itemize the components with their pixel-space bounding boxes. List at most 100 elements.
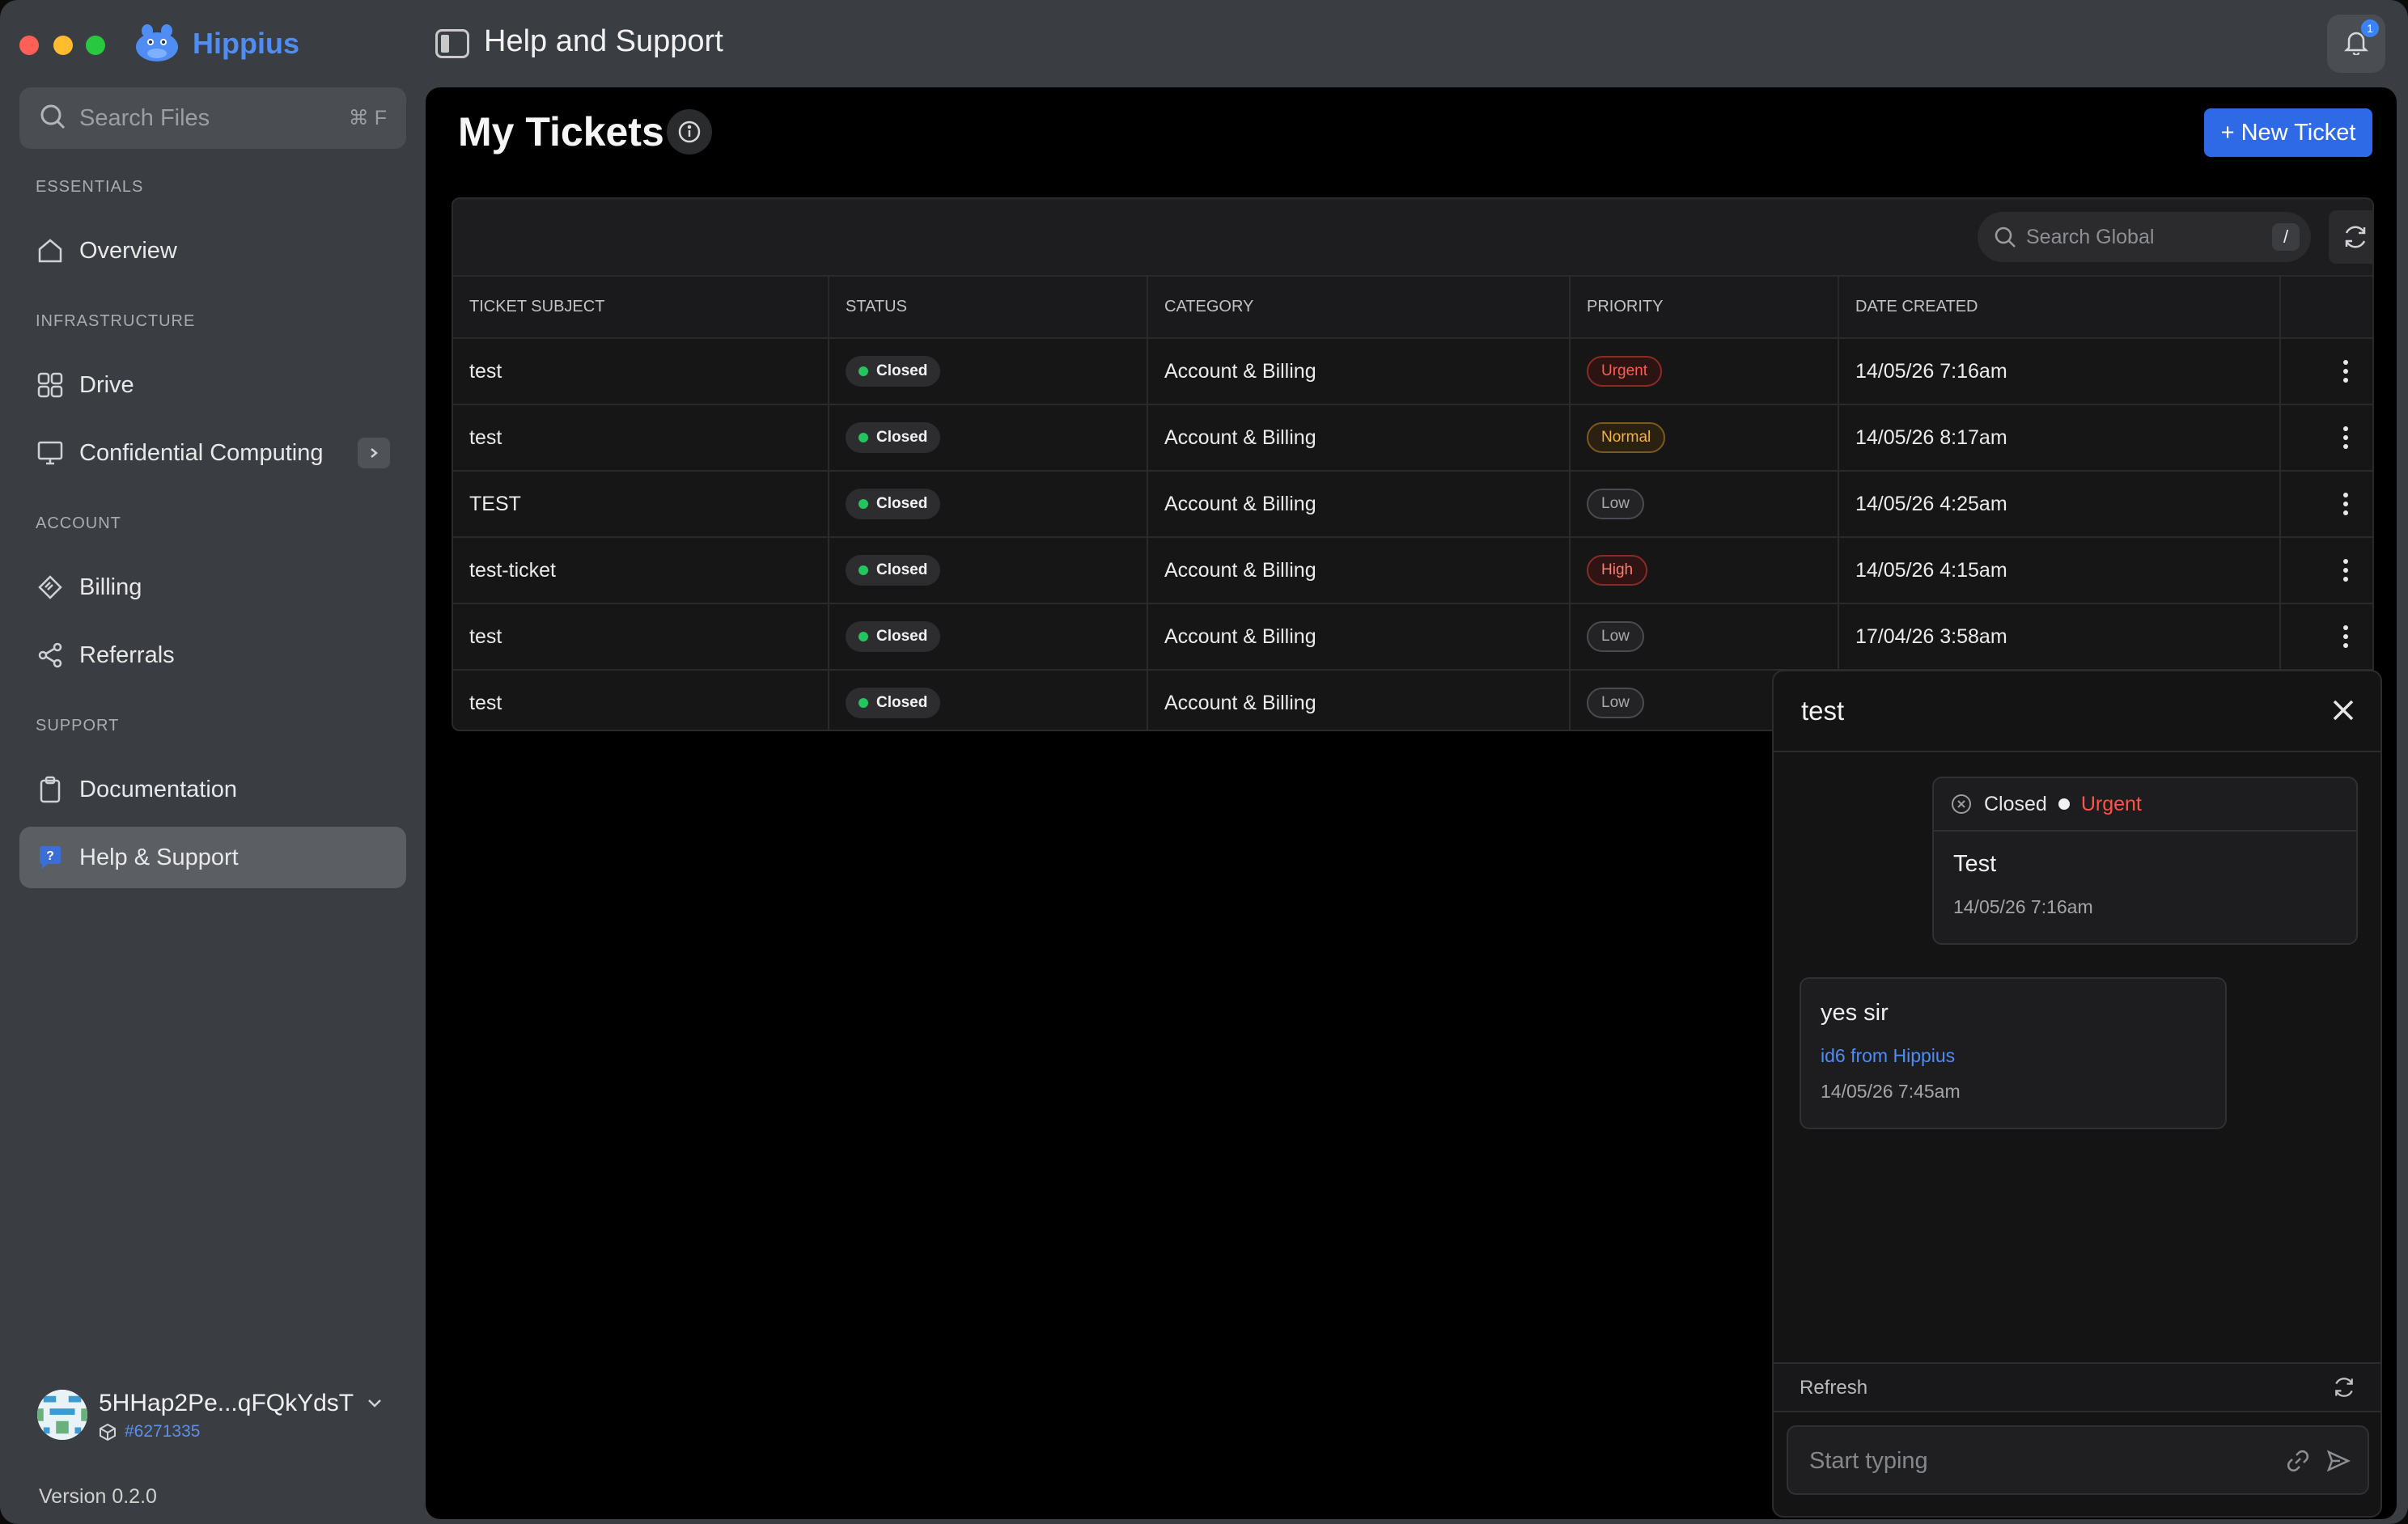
close-window-button[interactable] xyxy=(19,36,39,55)
status-text: Closed xyxy=(876,694,928,711)
priority-cell: Normal xyxy=(1570,404,1839,472)
actions-cell xyxy=(2280,603,2372,671)
ticket-category: Account & Billing xyxy=(1147,670,1571,730)
table-row[interactable]: test Closed Account & Billing Low 17/04/… xyxy=(453,603,2372,671)
table-row[interactable]: test-ticket Closed Account & Billing Hig… xyxy=(453,537,2372,604)
actions-cell xyxy=(2280,404,2372,472)
column-header-status[interactable]: STATUS xyxy=(829,277,1148,339)
ticket-meta: Closed Urgent xyxy=(1934,778,2356,832)
more-options-icon[interactable] xyxy=(2330,351,2362,392)
status-dot-icon xyxy=(858,565,868,575)
maximize-window-button[interactable] xyxy=(86,36,105,55)
more-options-icon[interactable] xyxy=(2330,616,2362,657)
message-body: yes sir xyxy=(1821,1000,1889,1026)
refresh-table-button[interactable] xyxy=(2329,210,2372,264)
refresh-icon[interactable] xyxy=(2332,1375,2356,1403)
search-files-placeholder: Search Files xyxy=(79,104,210,131)
page-title: My Tickets xyxy=(458,109,664,155)
sidebar-item-overview[interactable]: Overview xyxy=(19,220,406,282)
search-global-input[interactable]: Search Global / xyxy=(1978,212,2311,262)
brand[interactable]: Hippius xyxy=(133,19,299,68)
status-cell: Closed xyxy=(829,603,1148,671)
app-window: Hippius Help and Support 1 Search Files … xyxy=(0,0,2408,1524)
status-text: Closed xyxy=(876,628,928,645)
notification-badge: 1 xyxy=(2361,19,2379,37)
brand-name: Hippius xyxy=(193,27,299,60)
sidebar-item-label: Referrals xyxy=(79,641,175,668)
account-id: #6271335 xyxy=(125,1422,201,1441)
notifications-button[interactable]: 1 xyxy=(2327,15,2385,73)
priority-badge: High xyxy=(1587,555,1648,586)
sidebar-item-referrals[interactable]: Referrals xyxy=(19,624,406,686)
section-support: SUPPORT xyxy=(36,717,120,734)
more-options-icon[interactable] xyxy=(2330,417,2362,458)
column-header-actions xyxy=(2280,277,2372,339)
sidebar-item-confidential-computing[interactable]: Confidential Computing xyxy=(19,422,406,484)
ticket-subject: test xyxy=(453,670,829,730)
sidebar-toggle-icon[interactable] xyxy=(435,29,469,58)
sidebar-item-help-support[interactable]: ? Help & Support xyxy=(19,827,406,888)
search-files-input[interactable]: Search Files ⌘ F xyxy=(19,87,406,149)
monitor-icon xyxy=(36,438,65,468)
avatar xyxy=(37,1390,87,1440)
home-icon xyxy=(36,236,65,265)
attach-link-icon[interactable] xyxy=(2285,1448,2311,1478)
panel-title: test xyxy=(1801,696,1845,726)
ticket-category: Account & Billing xyxy=(1147,603,1571,671)
table-row[interactable]: test Closed Account & Billing Normal 14/… xyxy=(453,404,2372,472)
sidebar-item-documentation[interactable]: Documentation xyxy=(19,759,406,820)
status-cell: Closed xyxy=(829,404,1148,472)
tickets-table: TICKET SUBJECT STATUS CATEGORY PRIORITY … xyxy=(453,277,2372,730)
refresh-bar[interactable]: Refresh xyxy=(1774,1362,2380,1412)
close-icon xyxy=(2333,700,2354,721)
search-shortcut-key: / xyxy=(2272,223,2300,251)
svg-text:?: ? xyxy=(46,849,54,863)
ticket-date: 14/05/26 8:17am xyxy=(1838,404,2281,472)
priority-badge: Low xyxy=(1587,489,1644,519)
message-input[interactable]: Start typing xyxy=(1787,1425,2369,1495)
message-input-placeholder: Start typing xyxy=(1809,1448,1928,1474)
priority-badge: Urgent xyxy=(1587,356,1663,387)
ticket-message-card: Closed Urgent Test 14/05/26 7:16am xyxy=(1932,777,2358,945)
reply-message-card: yes sir id6 from Hippius 14/05/26 7:45am xyxy=(1800,977,2227,1129)
actions-cell xyxy=(2280,537,2372,604)
status-badge: Closed xyxy=(846,489,941,519)
sidebar-item-label: Documentation xyxy=(79,776,238,802)
table-header-row: TICKET SUBJECT STATUS CATEGORY PRIORITY … xyxy=(453,277,2372,339)
new-ticket-button[interactable]: + New Ticket xyxy=(2204,108,2372,157)
info-button[interactable] xyxy=(667,109,712,155)
sidebar-item-billing[interactable]: Billing xyxy=(19,557,406,618)
minimize-window-button[interactable] xyxy=(53,36,73,55)
expand-button[interactable] xyxy=(358,438,390,468)
table-row[interactable]: test Closed Account & Billing Urgent 14/… xyxy=(453,338,2372,405)
priority-badge: Low xyxy=(1587,621,1644,652)
hippo-logo-icon xyxy=(133,21,181,67)
sidebar-item-drive[interactable]: Drive xyxy=(19,354,406,416)
panel-header: test xyxy=(1774,671,2380,752)
column-header-category[interactable]: CATEGORY xyxy=(1147,277,1571,339)
message-body: Test xyxy=(1953,851,1997,877)
ticket-category: Account & Billing xyxy=(1147,471,1571,538)
sidebar-item-label: Drive xyxy=(79,371,134,398)
status-badge: Closed xyxy=(846,356,941,387)
more-options-icon[interactable] xyxy=(2330,484,2362,524)
priority-badge: Low xyxy=(1587,688,1644,718)
column-header-priority[interactable]: PRIORITY xyxy=(1570,277,1839,339)
column-header-date-created[interactable]: DATE CREATED xyxy=(1838,277,2281,339)
table-toolbar: Search Global / xyxy=(453,199,2372,277)
status-dot-icon xyxy=(858,698,868,708)
close-panel-button[interactable] xyxy=(2327,694,2359,726)
ticket-category: Account & Billing xyxy=(1147,338,1571,405)
status-dot-icon xyxy=(858,433,868,442)
send-icon[interactable] xyxy=(2325,1448,2351,1478)
column-header-subject[interactable]: TICKET SUBJECT xyxy=(453,277,829,339)
more-options-icon[interactable] xyxy=(2330,550,2362,591)
ticket-subject: test xyxy=(453,338,829,405)
section-infrastructure: INFRASTRUCTURE xyxy=(36,312,196,330)
separator-dot-icon xyxy=(2058,798,2070,810)
search-icon xyxy=(39,103,66,134)
account-switcher[interactable]: 5HHap2Pe...qFQkYdsT #6271335 xyxy=(37,1390,383,1441)
table-row[interactable]: TEST Closed Account & Billing Low 14/05/… xyxy=(453,471,2372,538)
status-badge: Closed xyxy=(846,422,941,453)
page-heading: Help and Support xyxy=(484,24,723,58)
